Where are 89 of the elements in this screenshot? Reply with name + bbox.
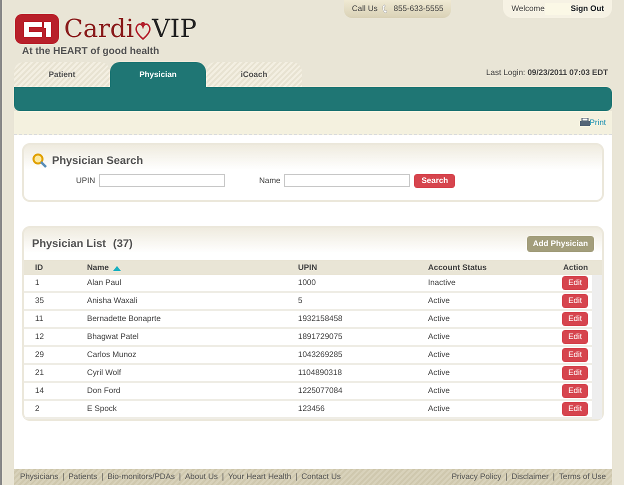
- table-cell: Anisha Waxali: [76, 293, 287, 311]
- table-cell: 1104890318: [287, 365, 417, 383]
- table-cell: Don Ford: [76, 383, 287, 401]
- sort-icon: [112, 264, 121, 271]
- edit-button[interactable]: Edit: [562, 294, 588, 308]
- search-icon: [32, 153, 48, 170]
- column-header[interactable]: Account Status: [428, 263, 487, 272]
- scrollbar[interactable]: [592, 275, 602, 419]
- table-cell: 1000: [287, 275, 417, 293]
- separator-text: |: [101, 471, 104, 483]
- tagline: At the HEART of good health: [22, 46, 160, 58]
- separator-text: |: [222, 471, 224, 483]
- table-cell: Active: [417, 383, 537, 401]
- separator-text: |: [505, 471, 508, 483]
- panel-title: Physician Search: [52, 154, 144, 169]
- table-cell: 1: [24, 275, 76, 293]
- upin-field[interactable]: [99, 174, 226, 187]
- table-cell: Active: [417, 365, 537, 383]
- printer-icon: [580, 118, 590, 127]
- table-cell: Active: [417, 347, 537, 365]
- search-button[interactable]: Search: [414, 174, 456, 188]
- separator-text: |: [552, 471, 555, 483]
- footer-link[interactable]: Contact Us: [301, 471, 341, 483]
- column-header[interactable]: UPIN: [298, 263, 318, 272]
- separator-text: |: [178, 471, 181, 483]
- table-cell: 1932158458: [287, 311, 417, 329]
- column-header[interactable]: Name: [87, 263, 109, 272]
- table-cell: Cyril Wolf: [76, 365, 287, 383]
- edit-button[interactable]: Edit: [562, 348, 588, 362]
- table-cell: E Spock: [76, 401, 287, 419]
- separator-text: |: [295, 471, 298, 483]
- add-physician-button[interactable]: Add Physician: [526, 236, 594, 252]
- table-cell: Alan Paul: [76, 275, 287, 293]
- table-cell: 29: [24, 347, 76, 365]
- edit-button[interactable]: Edit: [562, 330, 588, 344]
- table-cell: 5: [287, 293, 417, 311]
- table-cell: 12: [24, 329, 76, 347]
- name-label: Name: [259, 174, 280, 186]
- footer-link[interactable]: Bio-monitors/PDAs: [107, 471, 175, 483]
- phone-number: 855-633-5555: [394, 3, 444, 15]
- table-cell: 14: [24, 383, 76, 401]
- table-cell: Inactive: [417, 275, 537, 293]
- sign-out-link[interactable]: Sign Out: [570, 3, 604, 15]
- column-header[interactable]: ID: [35, 263, 43, 272]
- footer-link[interactable]: Terms of Use: [558, 471, 606, 483]
- table-cell: Bernadette Bonaprte: [76, 311, 287, 329]
- phone-icon: [382, 4, 390, 14]
- table-cell: 2: [24, 401, 76, 419]
- logo-icon: [14, 12, 60, 46]
- edit-button[interactable]: Edit: [562, 402, 588, 416]
- table-cell: Active: [417, 293, 537, 311]
- logo-text: Cardi: [64, 14, 134, 43]
- separator-text: |: [62, 471, 64, 483]
- logo-text: VIP: [152, 14, 197, 43]
- upin-label: UPIN: [76, 174, 96, 186]
- table-cell: 1043269285: [287, 347, 417, 365]
- tab[interactable]: Patient: [14, 62, 110, 87]
- edit-button[interactable]: Edit: [562, 366, 588, 380]
- tab[interactable]: Physician: [110, 62, 206, 87]
- edit-button[interactable]: Edit: [562, 384, 588, 398]
- footer-link[interactable]: Privacy Policy: [452, 471, 502, 483]
- footer-link[interactable]: About Us: [184, 471, 218, 483]
- table-cell: Active: [417, 311, 537, 329]
- edit-button[interactable]: Edit: [562, 276, 588, 290]
- edit-button[interactable]: Edit: [562, 312, 588, 326]
- column-header[interactable]: Action: [563, 263, 588, 272]
- footer-link[interactable]: Patients: [68, 471, 98, 483]
- table-cell: Active: [417, 329, 537, 347]
- print-link[interactable]: Print: [580, 116, 606, 128]
- call-label: Call Us: [352, 3, 378, 15]
- heart-icon: [134, 20, 152, 41]
- footer-link[interactable]: Physicians: [20, 471, 58, 483]
- table-cell: 1225077084: [287, 383, 417, 401]
- table-cell: Active: [417, 401, 537, 419]
- tab[interactable]: iCoach: [206, 62, 302, 87]
- table-cell: 21: [24, 365, 76, 383]
- table-cell: Carlos Munoz: [76, 347, 287, 365]
- table-cell: 11: [24, 311, 76, 329]
- name-field[interactable]: [284, 174, 410, 187]
- table-cell: 1891729075: [287, 329, 417, 347]
- panel-title: Physician List: [32, 238, 106, 250]
- table-cell: 123456: [287, 401, 417, 419]
- table-cell: 35: [24, 293, 76, 311]
- last-login-text: Last Login: 09/23/2011 07:03 EDT: [486, 67, 609, 79]
- count-text: (37): [113, 238, 133, 250]
- welcome-label: Welcome: [511, 3, 545, 15]
- table-cell: Bhagwat Patel: [76, 329, 287, 347]
- footer-link[interactable]: Your Heart Health: [228, 471, 292, 483]
- footer-link[interactable]: Disclaimer: [511, 471, 549, 483]
